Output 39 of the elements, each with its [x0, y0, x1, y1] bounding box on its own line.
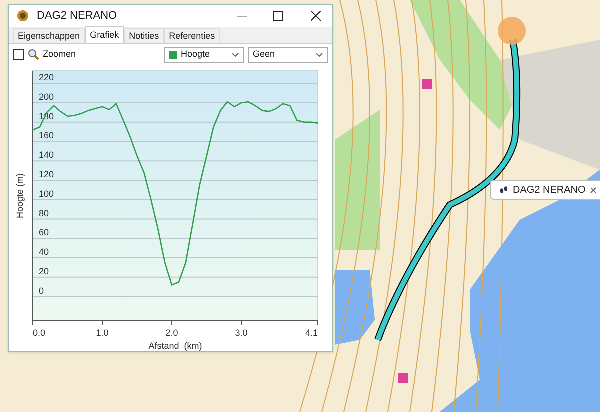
y-tick-label: 160 [39, 130, 54, 141]
y-tick-label: 20 [39, 266, 50, 276]
tab[interactable]: Grafiek [85, 26, 124, 44]
y-tick-label: 200 [39, 92, 54, 102]
y-tick-label: 80 [39, 208, 50, 218]
close-icon [311, 11, 321, 22]
footprints-icon [499, 185, 509, 195]
x-tick-label: 1.0 [96, 328, 109, 338]
y-tick-label: 140 [39, 150, 54, 160]
x-tick-label: 3.0 [235, 328, 248, 338]
x-axis-title: Afstand (km) [148, 341, 202, 351]
popup-label[interactable]: DAG2 NERANO [490, 180, 600, 200]
tab[interactable]: Eigenschappen [13, 28, 86, 44]
y-tick-label: 100 [39, 188, 54, 199]
y-tick-label: 60 [39, 228, 50, 238]
minimize-icon [237, 16, 247, 17]
zoom-checkbox[interactable] [13, 49, 24, 60]
close-icon[interactable] [590, 186, 597, 194]
x-tick-label: 0.0 [33, 328, 46, 338]
chevron-icon [232, 52, 239, 57]
maximize-icon [273, 11, 283, 22]
app-logo-icon [17, 10, 29, 22]
popup-title: DAG2 NERANO [513, 184, 586, 198]
x-tick-label: 2.0 [166, 328, 178, 338]
chevron-icon [316, 52, 323, 57]
zoom-label: Zoomen [43, 48, 76, 61]
dropdown[interactable]: Geen [248, 46, 328, 63]
y-tick-label: 40 [39, 247, 50, 258]
window-title: DAG2 NERANO [37, 8, 118, 24]
tab[interactable]: Notities [124, 28, 164, 44]
y-axis-title: Hoogte (m) [15, 174, 25, 218]
tab[interactable]: Referenties [164, 28, 220, 44]
swatch-icon [169, 50, 177, 59]
dropdown[interactable]: Hoogte [164, 46, 244, 63]
magnifier-icon [28, 49, 39, 60]
x-tick-label: 4.1 [305, 328, 318, 338]
y-tick-label: 120 [39, 170, 54, 180]
y-tick-label: 0 [39, 286, 44, 296]
y-tick-label: 220 [39, 72, 54, 83]
